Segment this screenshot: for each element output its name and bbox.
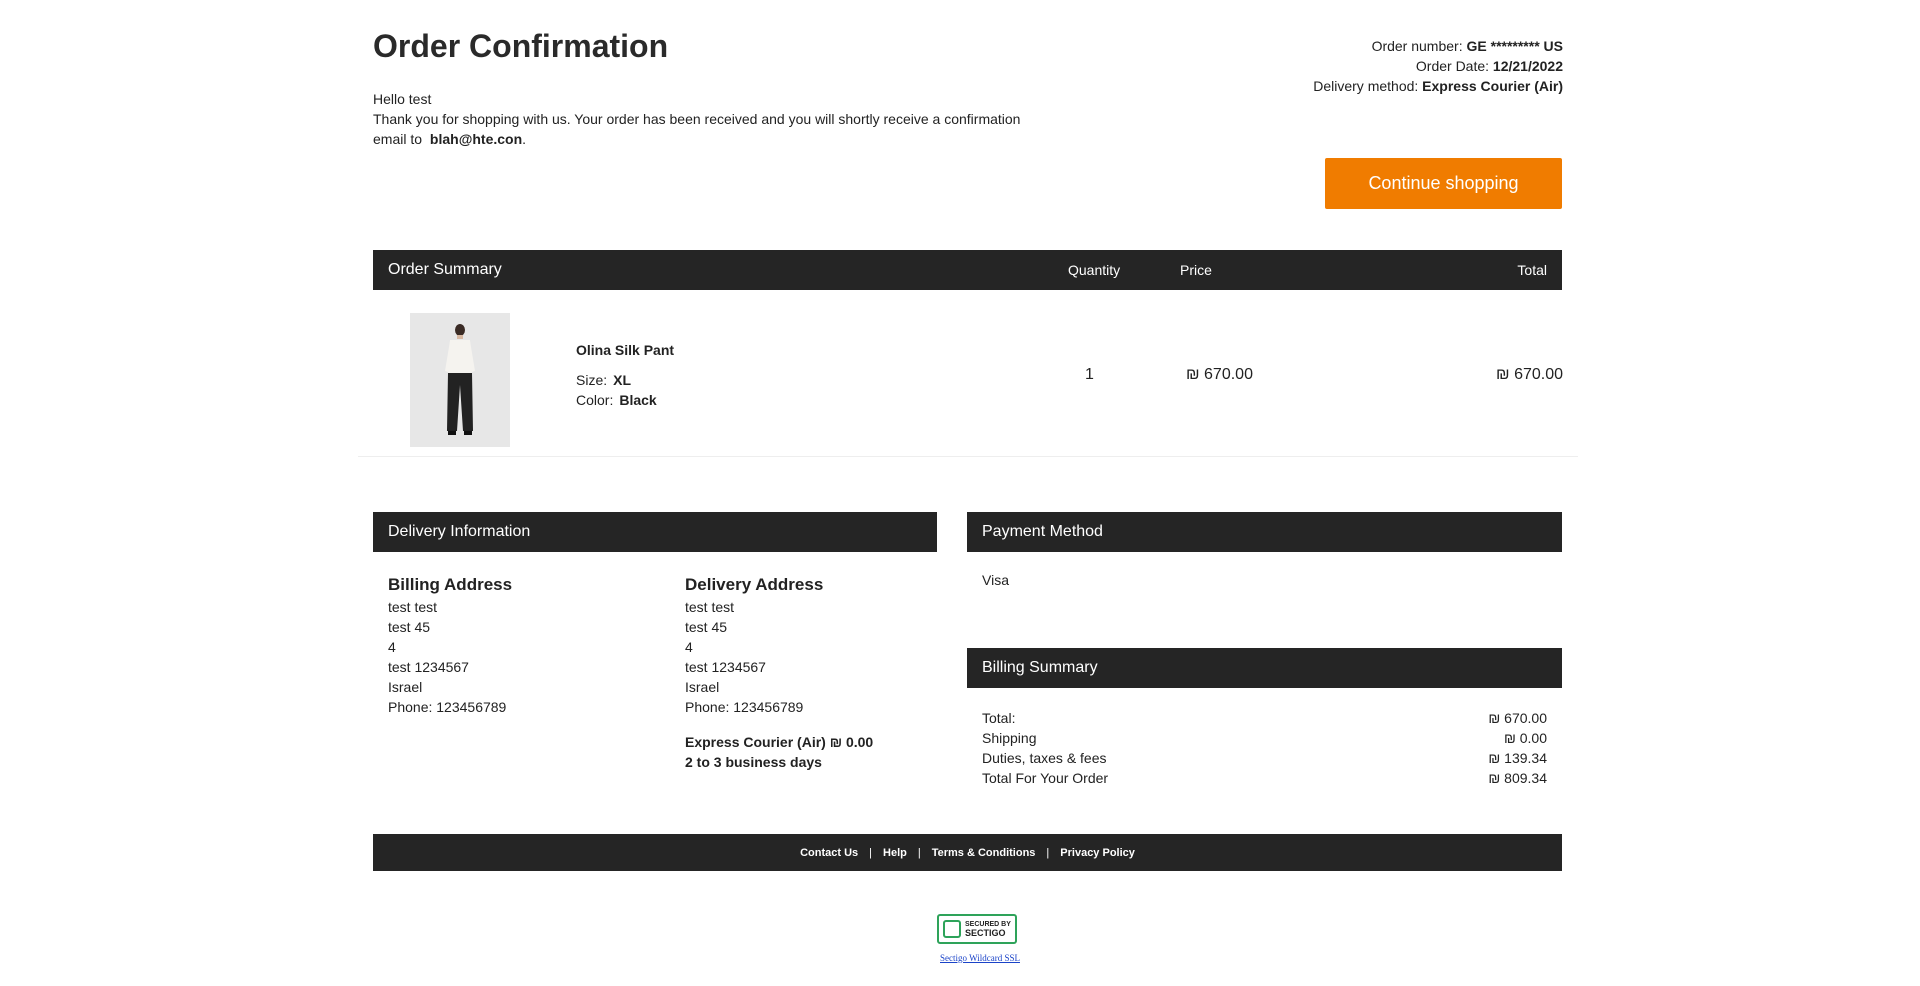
delivery-country: Israel [685, 679, 720, 695]
footer-link-terms[interactable]: Terms & Conditions [932, 847, 1036, 859]
billing-row-duties: Duties, taxes & fees ₪ 139.34 [982, 750, 1547, 766]
order-meta: Order number: GE ********* US Order Date… [1313, 36, 1563, 96]
confirmation-text: Thank you for shopping with us. Your ord… [373, 111, 1021, 147]
product-name: Olina Silk Pant [576, 342, 675, 358]
delivery-information-header: Delivery Information [373, 512, 937, 552]
billing-summary-table: Total: ₪ 670.00 Shipping ₪ 0.00 Duties, ta… [982, 708, 1547, 788]
billing-summary-header: Billing Summary [967, 648, 1562, 688]
order-confirmation-page: Order Confirmation Hello test Thank you … [0, 0, 1920, 986]
order-number-row: Order number: GE ********* US [1371, 38, 1564, 54]
customer-email: blah@hte.con [429, 131, 523, 147]
billing-line3: 4 [388, 639, 396, 655]
shipping-method-line: Express Courier (Air) ₪ 0.00 [685, 734, 874, 750]
payment-method-header: Payment Method [967, 512, 1562, 552]
footer-link-contact-us[interactable]: Contact Us [800, 847, 858, 859]
billing-street: test 45 [388, 619, 431, 635]
page-title: Order Confirmation [373, 28, 669, 64]
delivery-address: Delivery Address test test test 45 4 tes… [685, 574, 823, 717]
delivery-street: test 45 [685, 619, 728, 635]
column-header-price: Price [1180, 262, 1212, 278]
payment-method-title: Payment Method [982, 523, 1103, 540]
delivery-name: test test [685, 599, 735, 615]
delivery-phone: Phone: 123456789 [685, 699, 804, 715]
sectigo-seal-text: SECURED BY SECTIGO [965, 921, 1011, 938]
footer-link-privacy-policy[interactable]: Privacy Policy [1060, 847, 1135, 859]
product-attributes: Size: XL Color: Black [576, 370, 657, 410]
footer-links: Contact Us | Help | Terms & Conditions |… [373, 834, 1562, 871]
billing-phone: Phone: 123456789 [388, 699, 507, 715]
product-quantity: 1 [1085, 366, 1094, 383]
sectigo-shield-icon [943, 920, 961, 938]
payment-method-value: Visa [982, 572, 1009, 588]
billing-country: Israel [388, 679, 423, 695]
billing-summary-title: Billing Summary [982, 659, 1098, 676]
delivery-line3: 4 [685, 639, 693, 655]
product-photo-illustration [410, 313, 510, 447]
summary-divider [358, 456, 1578, 457]
delivery-city: test 1234567 [685, 659, 766, 675]
product-image[interactable] [410, 313, 510, 447]
order-summary-title: Order Summary [388, 261, 502, 278]
greeting: Hello test [373, 91, 432, 107]
delivery-address-title: Delivery Address [685, 575, 824, 594]
shipping-method-info: Express Courier (Air) ₪ 0.00 2 to 3 busi… [685, 732, 873, 772]
billing-row-order-total: Total For Your Order ₪ 809.34 [982, 770, 1547, 786]
delivery-method: Express Courier (Air) [1422, 78, 1563, 94]
billing-name: test test [388, 599, 438, 615]
delivery-information-title: Delivery Information [388, 523, 531, 540]
order-date: 12/21/2022 [1492, 58, 1563, 74]
billing-address-title: Billing Address [388, 575, 513, 594]
order-number: GE ********* US [1466, 38, 1564, 54]
billing-row-total: Total: ₪ 670.00 [982, 710, 1547, 726]
sectigo-ssl-link[interactable]: Sectigo Wildcard SSL [940, 953, 1020, 963]
billing-city: test 1234567 [388, 659, 469, 675]
delivery-method-row: Delivery method: Express Courier (Air) [1313, 78, 1563, 94]
intro-message: Hello test Thank you for shopping with u… [373, 89, 1053, 149]
column-header-quantity: Quantity [1068, 262, 1121, 278]
product-price: ₪ 670.00 [1186, 366, 1253, 383]
billing-row-shipping: Shipping ₪ 0.00 [982, 730, 1547, 746]
billing-address: Billing Address test test test 45 4 test… [388, 574, 512, 717]
shipping-eta: 2 to 3 business days [685, 754, 822, 770]
product-size: Size: XL [576, 372, 632, 388]
continue-shopping-button[interactable]: Continue shopping [1325, 158, 1562, 209]
product-color: Color: Black [576, 392, 657, 408]
column-header-total: Total [1517, 262, 1547, 278]
order-summary-header: Order Summary Quantity Price Total [373, 250, 1562, 290]
sectigo-seal[interactable]: SECURED BY SECTIGO [937, 914, 1017, 944]
order-date-row: Order Date: 12/21/2022 [1415, 58, 1563, 74]
footer-link-help[interactable]: Help [883, 847, 907, 859]
product-total: ₪ 670.00 [1496, 366, 1563, 383]
